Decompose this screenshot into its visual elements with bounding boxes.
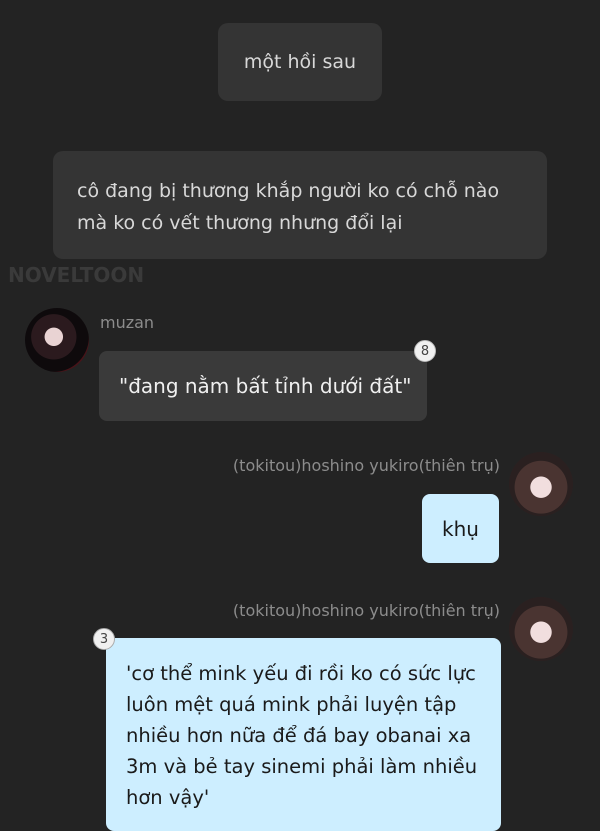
narration-text: cô đang bị thương khắp người ko có chỗ n… xyxy=(77,180,500,234)
avatar-yukiro[interactable] xyxy=(509,597,573,661)
narration-text: một hồi sau xyxy=(243,51,357,73)
sender-name: (tokitou)hoshino yukiro(thiên trụ) xyxy=(232,456,500,475)
comment-count-badge[interactable]: 3 xyxy=(93,628,115,650)
message-text: "đang nằm bất tỉnh dưới đất" xyxy=(119,374,412,398)
avatar-yukiro[interactable] xyxy=(509,452,573,516)
sender-name: muzan xyxy=(100,313,155,332)
watermark-logo: NOVELTOON xyxy=(8,263,145,287)
avatar-muzan[interactable] xyxy=(25,308,89,372)
narration-bubble: cô đang bị thương khắp người ko có chỗ n… xyxy=(53,151,547,259)
message-bubble[interactable]: 'cơ thể mink yếu đi rồi ko có sức lực lu… xyxy=(106,638,501,831)
narration-bubble: một hồi sau xyxy=(218,23,382,101)
message-bubble[interactable]: khụ xyxy=(422,494,499,563)
comment-count-badge[interactable]: 8 xyxy=(414,340,436,362)
message-text: 'cơ thể mink yếu đi rồi ko có sức lực lu… xyxy=(126,662,478,809)
message-bubble[interactable]: "đang nằm bất tỉnh dưới đất" xyxy=(99,351,427,421)
sender-name: (tokitou)hoshino yukiro(thiên trụ) xyxy=(232,601,500,620)
message-text: khụ xyxy=(442,516,479,541)
